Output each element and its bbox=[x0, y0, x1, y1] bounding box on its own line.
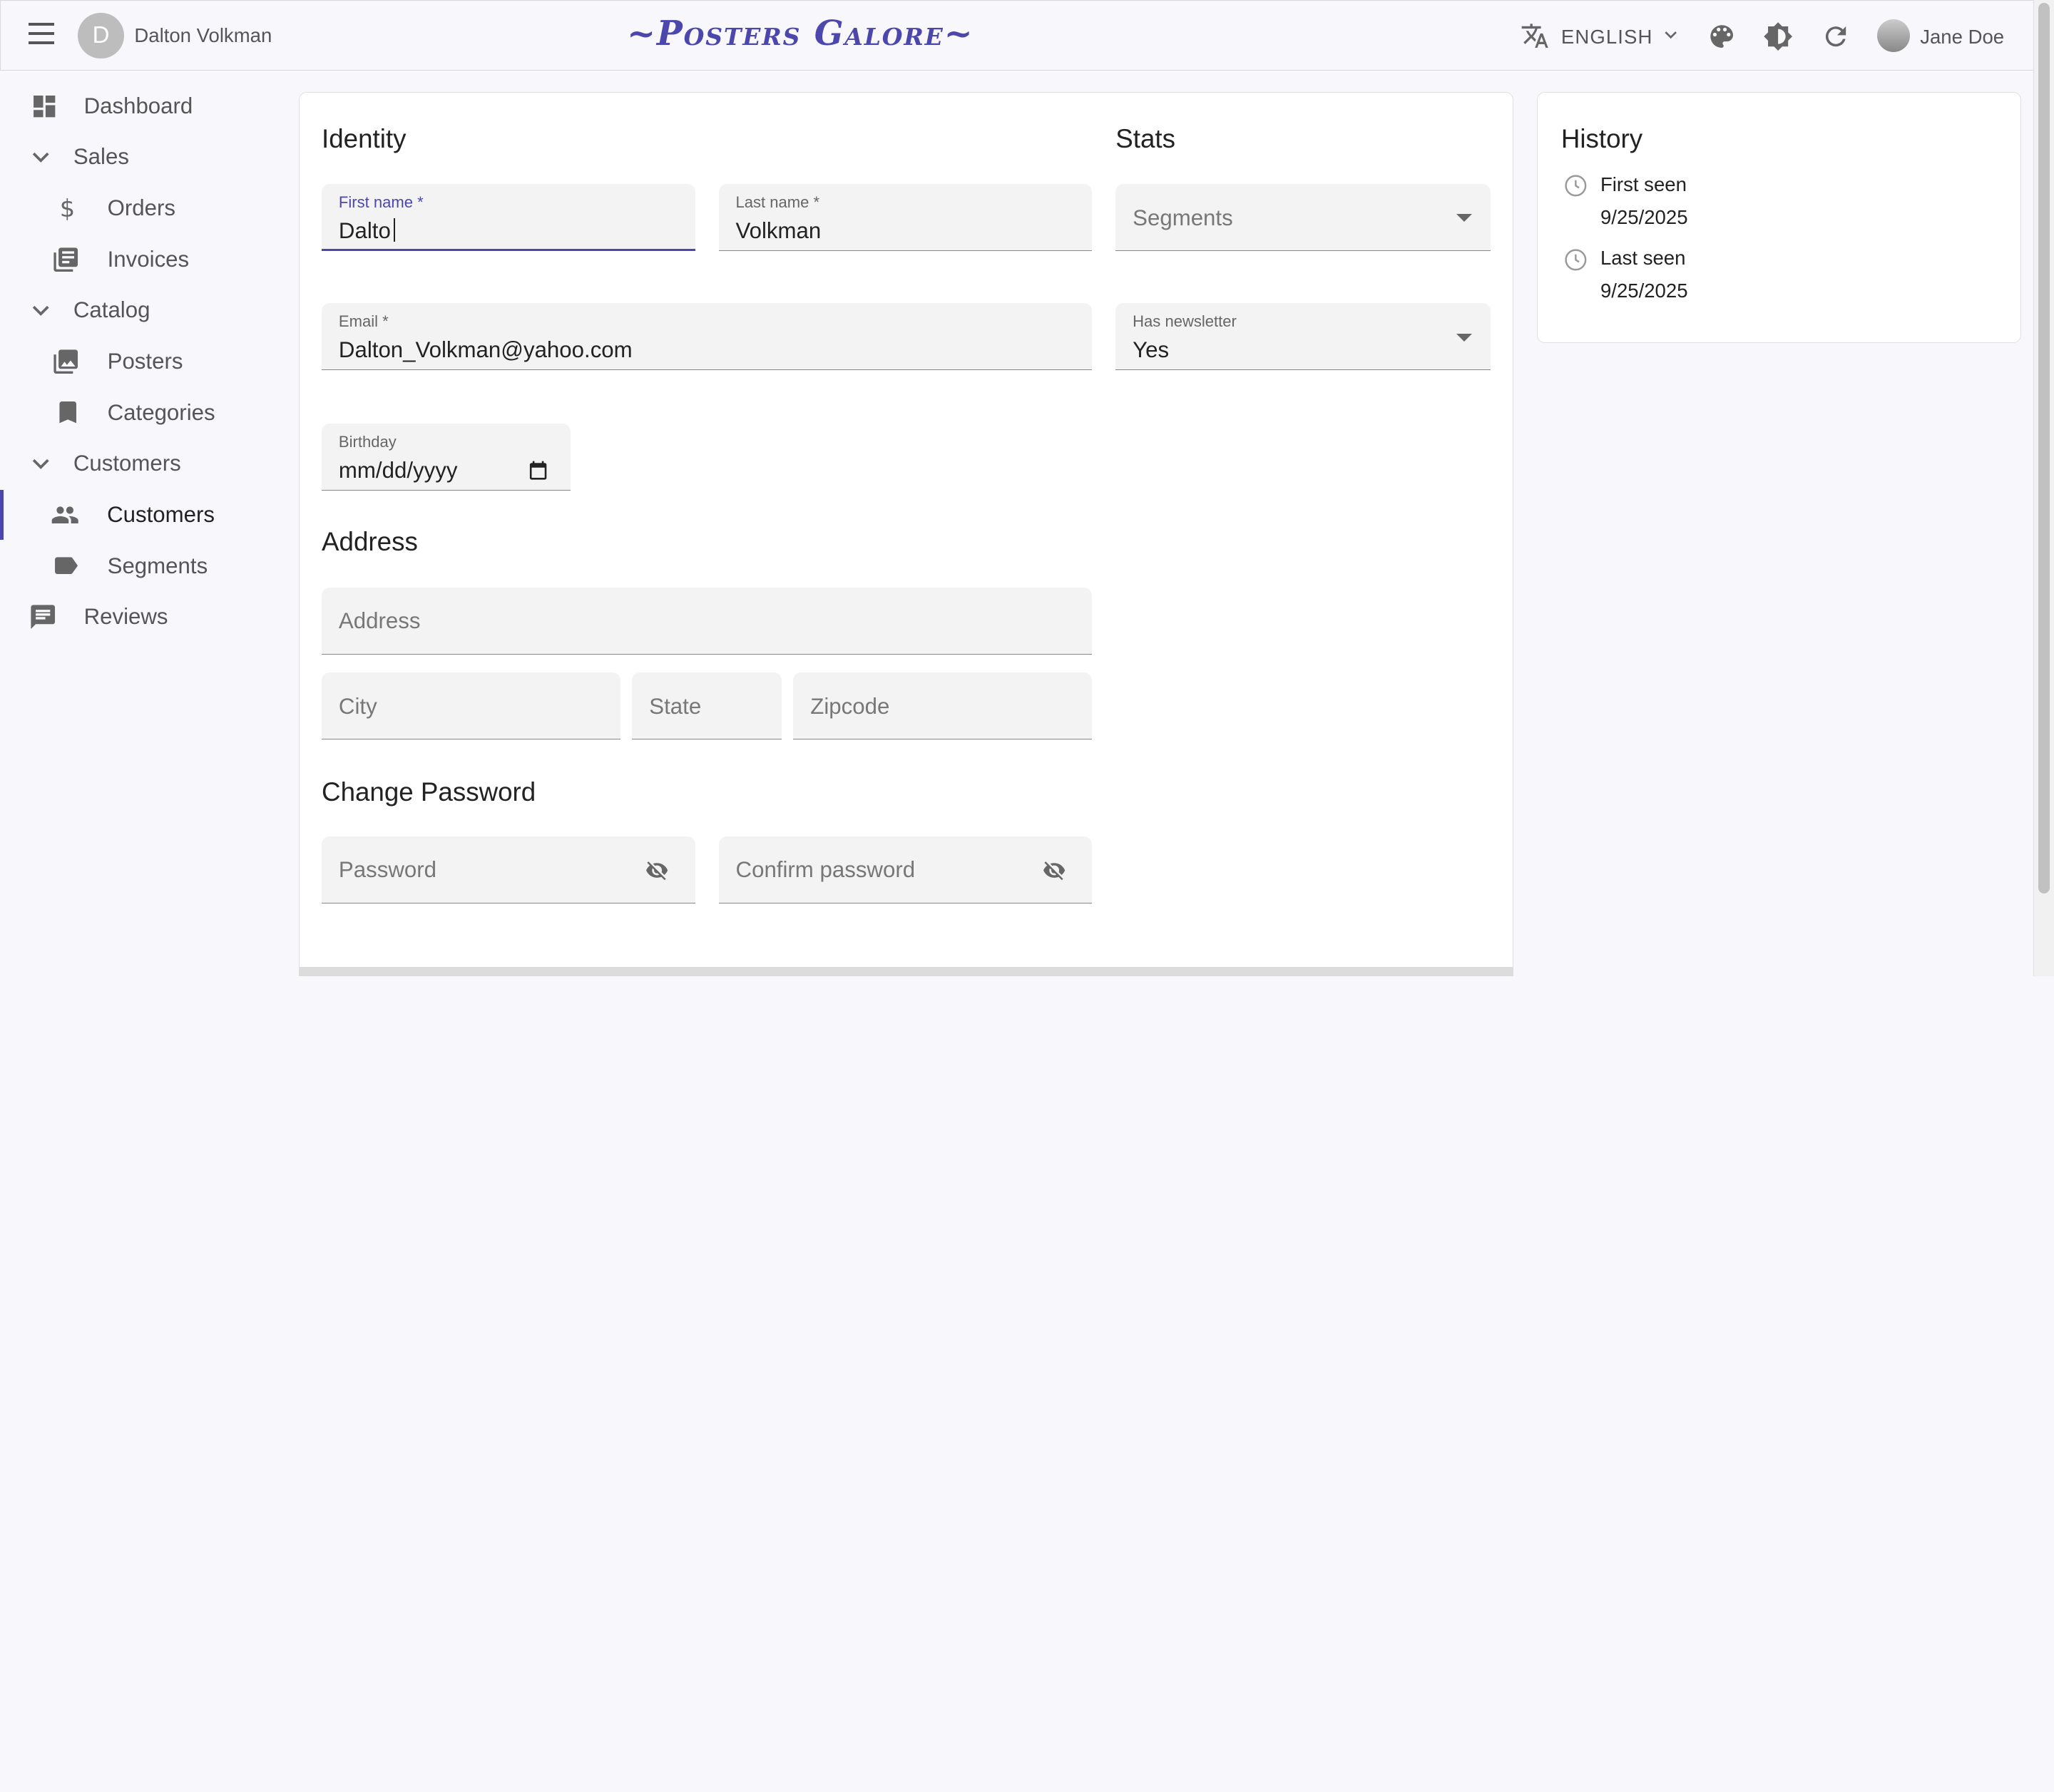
dropdown-arrow-icon[interactable] bbox=[1456, 214, 1472, 222]
sidebar-item-dashboard[interactable]: Dashboard bbox=[0, 81, 275, 131]
sidebar-item-label: Categories bbox=[107, 399, 215, 425]
email-field[interactable]: Email * Dalton_Volkman@yahoo.com bbox=[322, 303, 1093, 370]
language-selector[interactable]: ENGLISH bbox=[1561, 26, 1653, 48]
image-icon bbox=[53, 349, 78, 374]
last-seen-label: Last seen bbox=[1600, 247, 1686, 270]
form-toolbar bbox=[298, 966, 1513, 976]
text-caret bbox=[394, 217, 395, 242]
history-card: History First seen 9/25/2025 Last seen 9… bbox=[1536, 91, 2022, 344]
page-scrollbar[interactable] bbox=[2033, 0, 2054, 976]
sidebar-item-label: Customers bbox=[73, 451, 181, 476]
sidebar-item-reviews[interactable]: Reviews bbox=[0, 592, 275, 642]
sidebar-item-label: Invoices bbox=[107, 246, 190, 272]
first-seen-label: First seen bbox=[1600, 173, 1687, 196]
birthday-label: Birthday bbox=[338, 433, 397, 451]
user-avatar[interactable] bbox=[1876, 19, 1910, 52]
newsletter-value[interactable]: Yes bbox=[1133, 337, 1169, 363]
first-name-field[interactable]: First name * Dalto bbox=[322, 184, 695, 251]
last-seen-date: 9/25/2025 bbox=[1600, 280, 1688, 302]
newsletter-select[interactable]: Has newsletter Yes bbox=[1115, 303, 1491, 370]
sidebar-item-label: Reviews bbox=[83, 604, 168, 630]
record-avatar: D bbox=[78, 12, 124, 58]
email-value[interactable]: Dalton_Volkman@yahoo.com bbox=[339, 337, 633, 363]
history-heading: History bbox=[1560, 123, 1643, 153]
sidebar-group-sales[interactable]: Sales bbox=[0, 133, 275, 183]
bookmark-icon bbox=[59, 401, 77, 424]
people-icon bbox=[51, 506, 78, 523]
brightness-icon[interactable] bbox=[1763, 21, 1793, 51]
sidebar-item-label: Customers bbox=[107, 501, 215, 527]
first-seen-date: 9/25/2025 bbox=[1600, 206, 1688, 229]
sidebar-group-catalog[interactable]: Catalog bbox=[0, 285, 275, 335]
chevron-down-icon[interactable] bbox=[1660, 24, 1681, 45]
sidebar-group-customers[interactable]: Customers bbox=[0, 439, 275, 488]
confirm-password-field[interactable]: Confirm password bbox=[718, 836, 1093, 903]
comment-icon bbox=[31, 605, 56, 630]
sidebar-item-customers[interactable]: Customers bbox=[0, 490, 275, 540]
sidebar-item-invoices[interactable]: Invoices bbox=[0, 235, 275, 285]
scrollbar-thumb[interactable] bbox=[2038, 2, 2050, 894]
sidebar-item-label: Dashboard bbox=[83, 93, 193, 118]
dashboard-icon bbox=[34, 95, 56, 117]
visibility-off-icon[interactable] bbox=[643, 859, 671, 882]
birthday-field[interactable]: Birthday mm/dd/yyyy bbox=[322, 424, 571, 491]
palette-icon[interactable] bbox=[1707, 21, 1737, 51]
first-name-value[interactable]: Dalto bbox=[339, 218, 391, 244]
chevron-down-icon bbox=[32, 305, 49, 317]
email-label: Email * bbox=[338, 312, 389, 331]
sidebar-item-categories[interactable]: Categories bbox=[0, 388, 275, 438]
visibility-off-icon[interactable] bbox=[1040, 859, 1068, 882]
sidebar-item-label: Catalog bbox=[73, 297, 150, 323]
city-field[interactable]: City bbox=[322, 672, 620, 740]
dollar-icon: $ bbox=[59, 195, 74, 222]
sidebar-item-segments[interactable]: Segments bbox=[0, 541, 275, 591]
sidebar-item-posters[interactable]: Posters bbox=[0, 337, 275, 386]
segments-select[interactable]: Segments bbox=[1115, 184, 1491, 251]
last-name-label: Last name * bbox=[735, 193, 820, 211]
dropdown-arrow-icon[interactable] bbox=[1456, 333, 1472, 342]
change-password-heading: Change Password bbox=[322, 777, 536, 807]
state-field[interactable]: State bbox=[632, 672, 782, 740]
customer-edit-form: Identity First name * Dalto Last name * … bbox=[298, 91, 1513, 976]
confirm-password-placeholder: Confirm password bbox=[735, 857, 916, 883]
newsletter-label: Has newsletter bbox=[1133, 312, 1237, 331]
zipcode-placeholder: Zipcode bbox=[810, 693, 890, 719]
app-bar: D Dalton Volkman ~Posters Galore~ ENGLIS… bbox=[0, 0, 2034, 71]
translate-icon[interactable] bbox=[1521, 21, 1549, 50]
chevron-down-icon bbox=[32, 459, 49, 469]
calendar-icon[interactable] bbox=[527, 459, 549, 481]
city-placeholder: City bbox=[338, 693, 377, 719]
record-title: Dalton Volkman bbox=[134, 24, 272, 47]
birthday-value[interactable]: mm/dd/yyyy bbox=[339, 458, 458, 483]
refresh-icon[interactable] bbox=[1821, 21, 1851, 51]
state-placeholder: State bbox=[649, 693, 702, 719]
label-icon bbox=[54, 557, 78, 575]
sidebar-item-label: Orders bbox=[107, 195, 176, 221]
zipcode-field[interactable]: Zipcode bbox=[793, 672, 1093, 740]
svg-text:$: $ bbox=[59, 195, 74, 222]
sidebar-item-label: Sales bbox=[73, 144, 129, 170]
password-field[interactable]: Password bbox=[322, 836, 695, 903]
address-placeholder: Address bbox=[338, 608, 421, 634]
app-logo: ~Posters Galore~ bbox=[627, 14, 974, 54]
last-name-field[interactable]: Last name * Volkman bbox=[718, 184, 1093, 251]
address-heading: Address bbox=[322, 527, 418, 557]
invoices-icon bbox=[53, 247, 78, 272]
sidebar-item-orders[interactable]: $ Orders bbox=[0, 183, 275, 233]
clock-icon bbox=[1565, 174, 1587, 196]
clock-icon bbox=[1565, 249, 1587, 271]
last-name-value[interactable]: Volkman bbox=[736, 218, 822, 244]
sidebar-item-label: Posters bbox=[107, 348, 183, 374]
first-name-label: First name * bbox=[338, 193, 424, 211]
address-field[interactable]: Address bbox=[322, 587, 1093, 655]
segments-placeholder: Segments bbox=[1133, 205, 1233, 230]
chevron-down-icon bbox=[32, 153, 49, 163]
stats-heading: Stats bbox=[1115, 123, 1175, 153]
identity-heading: Identity bbox=[322, 123, 407, 153]
user-menu[interactable]: Jane Doe bbox=[1920, 26, 2004, 48]
sidebar-item-label: Segments bbox=[107, 553, 208, 578]
password-placeholder: Password bbox=[338, 857, 436, 883]
menu-icon[interactable] bbox=[28, 23, 55, 44]
